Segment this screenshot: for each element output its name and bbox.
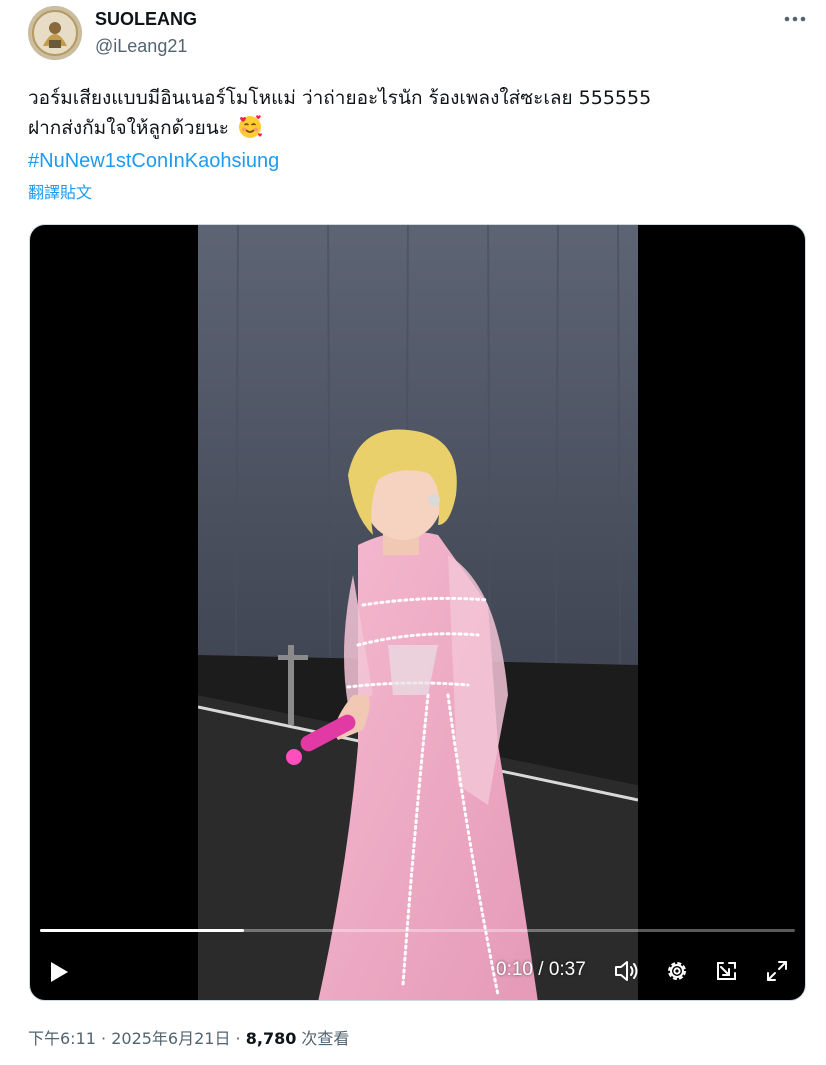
video-progress-bar[interactable] bbox=[40, 929, 795, 932]
time-separator: / bbox=[532, 959, 549, 980]
tweet-line-2-text: ฝากส่งกัมใจให้ลูกด้วยนะ bbox=[28, 117, 229, 139]
tweet-meta: 下午6:11 · 2025年6月21日 · 8,780 次查看 bbox=[28, 1027, 349, 1051]
volume-icon bbox=[615, 961, 638, 981]
play-icon bbox=[51, 962, 68, 982]
more-options-button[interactable] bbox=[780, 6, 810, 32]
picture-in-picture-icon bbox=[717, 962, 736, 980]
meta-separator: · bbox=[230, 1029, 246, 1048]
avatar[interactable] bbox=[28, 6, 82, 60]
post-date[interactable]: 2025年6月21日 bbox=[111, 1029, 230, 1048]
video-time: 0:10 / 0:37 bbox=[496, 958, 586, 982]
duration: 0:37 bbox=[548, 959, 586, 980]
tweet-line-1: วอร์มเสียงแบบมีอินเนอร์โมโหแม่ ว่าถ่ายอะ… bbox=[28, 87, 652, 109]
display-name[interactable]: SUOLEANG bbox=[95, 8, 197, 30]
tweet-text: วอร์มเสียงแบบมีอินเนอร์โมโหแม่ ว่าถ่ายอะ… bbox=[28, 83, 808, 143]
hashtag-link[interactable]: #NuNew1stConInKaohsiung bbox=[28, 147, 279, 175]
fullscreen-button[interactable] bbox=[762, 956, 792, 986]
avatar-image bbox=[28, 6, 82, 60]
translate-post-link[interactable]: 翻譯貼文 bbox=[28, 182, 92, 204]
settings-button[interactable] bbox=[662, 956, 692, 986]
post-time[interactable]: 下午6:11 bbox=[28, 1029, 96, 1048]
user-handle[interactable]: @iLeang21 bbox=[95, 35, 187, 57]
tweet-line-2: ฝากส่งกัมใจให้ลูกด้วยนะ bbox=[28, 113, 808, 143]
play-button[interactable] bbox=[44, 957, 74, 987]
video-progress-fill bbox=[40, 929, 244, 932]
settings-icon bbox=[668, 962, 686, 980]
meta-separator: · bbox=[95, 1029, 112, 1048]
volume-button[interactable] bbox=[612, 956, 642, 986]
views-label: 次查看 bbox=[296, 1029, 350, 1048]
picture-in-picture-button[interactable] bbox=[712, 956, 742, 986]
views-count: 8,780 bbox=[245, 1029, 297, 1048]
video-player[interactable]: 0:10 / 0:37 bbox=[29, 224, 806, 1001]
video-frame bbox=[198, 225, 638, 1000]
current-time: 0:10 bbox=[496, 959, 533, 980]
smiling-face-with-hearts-icon bbox=[238, 115, 262, 138]
fullscreen-icon bbox=[767, 961, 787, 981]
more-dots-icon bbox=[784, 16, 806, 22]
